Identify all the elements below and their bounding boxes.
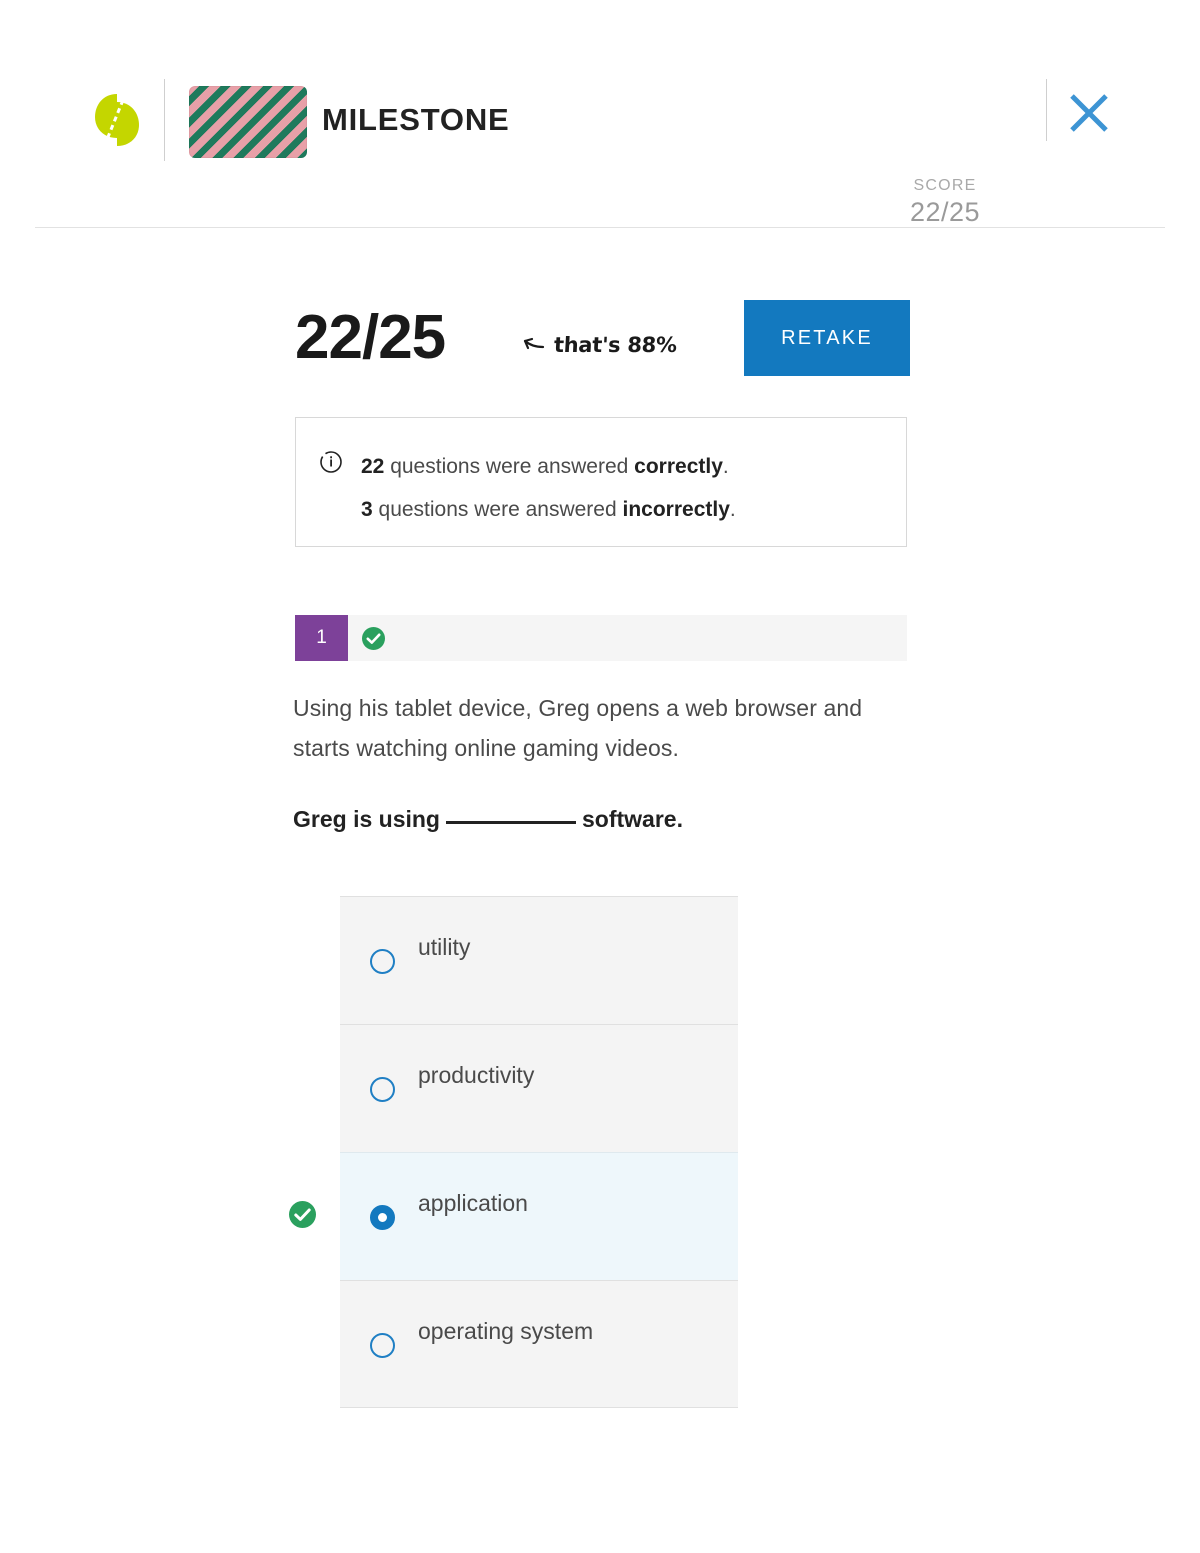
question-stem: Using his tablet device, Greg opens a we… bbox=[293, 695, 863, 761]
header-rule bbox=[35, 227, 1165, 228]
radio-unselected-icon[interactable] bbox=[370, 1077, 395, 1102]
incorrect-emphasis: incorrectly bbox=[622, 498, 730, 521]
close-icon[interactable] bbox=[1064, 88, 1114, 138]
header-score-label: SCORE bbox=[913, 177, 977, 194]
retake-button[interactable]: RETAKE bbox=[744, 300, 910, 376]
results-info-text: 22 questions were answered correctly. 3 … bbox=[361, 445, 736, 531]
correct-count: 22 bbox=[361, 455, 385, 478]
answer-options-list: utility productivity application operati… bbox=[289, 896, 738, 1408]
score-percent-text: that's 88% bbox=[553, 332, 678, 357]
sophia-leaf-logo-icon bbox=[93, 88, 141, 152]
question-prompt: Greg is using software. bbox=[293, 800, 918, 838]
close-divider bbox=[1046, 79, 1047, 141]
prompt-before: Greg is using bbox=[293, 806, 440, 832]
incorrect-count: 3 bbox=[361, 498, 373, 521]
incorrect-count-line: 3 questions were answered incorrectly. bbox=[361, 488, 736, 531]
prompt-after: software. bbox=[581, 806, 683, 832]
incorrect-text-end: . bbox=[729, 498, 736, 521]
answer-option-label: productivity bbox=[418, 1062, 535, 1088]
correct-emphasis: correctly bbox=[634, 455, 723, 478]
info-circle-icon bbox=[319, 450, 343, 474]
header-score-value: 22/25 bbox=[909, 197, 981, 227]
course-thumbnail-pattern bbox=[189, 86, 307, 158]
curved-arrow-icon bbox=[515, 330, 545, 359]
radio-unselected-icon[interactable] bbox=[370, 949, 395, 974]
incorrect-text-mid: questions were answered bbox=[372, 498, 623, 521]
correct-text-end: . bbox=[722, 455, 729, 478]
big-score: 22/25 bbox=[295, 303, 446, 372]
correct-count-line: 22 questions were answered correctly. bbox=[361, 445, 736, 488]
page-header: MILESTONE SCORE 22/25 bbox=[0, 0, 1200, 228]
answer-option-label: application bbox=[418, 1190, 528, 1216]
check-circle-icon bbox=[288, 1200, 317, 1229]
answer-option-application[interactable]: application bbox=[289, 1152, 738, 1280]
answer-blank bbox=[445, 821, 576, 824]
answer-option-label: operating system bbox=[418, 1318, 594, 1344]
score-percent-note: that's 88% bbox=[515, 330, 677, 359]
header-score: SCORE 22/25 bbox=[885, 176, 1005, 228]
question-number-badge: 1 bbox=[295, 615, 348, 661]
answer-option-utility[interactable]: utility bbox=[340, 896, 738, 1024]
radio-unselected-icon[interactable] bbox=[370, 1333, 395, 1358]
header-divider bbox=[164, 79, 165, 161]
check-circle-icon bbox=[361, 626, 386, 651]
score-summary-row: 22/25 that's 88% RETAKE bbox=[295, 300, 910, 384]
results-info-box: 22 questions were answered correctly. 3 … bbox=[295, 417, 907, 547]
answer-option-operating-system[interactable]: operating system bbox=[340, 1280, 738, 1408]
correct-text-mid: questions were answered bbox=[384, 455, 635, 478]
page-title: MILESTONE bbox=[322, 102, 510, 137]
answer-option-label: utility bbox=[418, 934, 471, 960]
radio-selected-icon[interactable] bbox=[370, 1205, 395, 1230]
answer-option-productivity[interactable]: productivity bbox=[340, 1024, 738, 1152]
question-header: 1 bbox=[295, 615, 907, 661]
